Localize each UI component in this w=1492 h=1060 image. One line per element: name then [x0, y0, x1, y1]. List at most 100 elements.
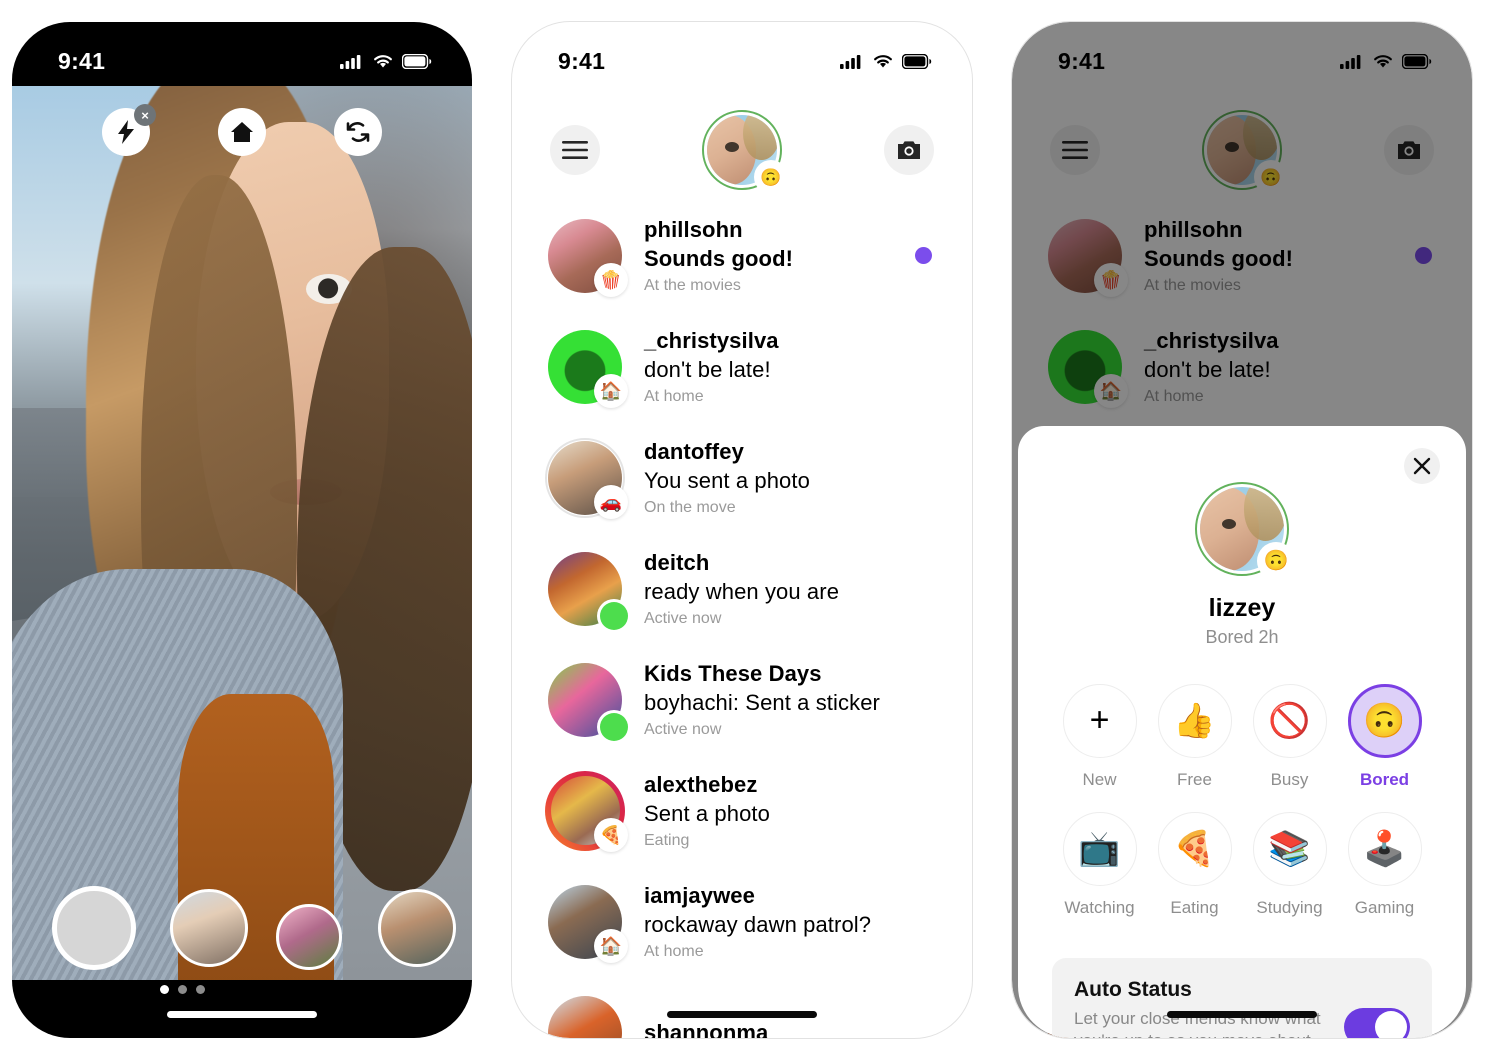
- thread-avatar[interactable]: 🍕: [545, 770, 628, 852]
- status-option-studying[interactable]: 📚 Studying: [1242, 812, 1337, 918]
- thread-avatar[interactable]: 🏠: [548, 329, 628, 408]
- thread-preview: boyhachi: Sent a sticker: [644, 689, 880, 715]
- thread-list[interactable]: 🍿 phillsohn Sounds good! At the movies 🏠 _chr…: [512, 200, 972, 1038]
- thread-avatar[interactable]: 🏠: [548, 884, 628, 963]
- thread-row[interactable]: 🍕 alexthebez Sent a photo Eating: [512, 755, 972, 866]
- status-bar: 9:41: [512, 22, 972, 86]
- thread-avatar[interactable]: [548, 551, 628, 630]
- battery-icon: [902, 53, 932, 69]
- thread-username: shannonma: [644, 1019, 769, 1039]
- thread-row[interactable]: 🏠 iamjaywee rockaway dawn patrol? At home: [512, 866, 972, 977]
- status-option-gaming[interactable]: 🕹️ Gaming: [1337, 812, 1432, 918]
- thread-status: At the movies: [644, 276, 741, 294]
- thread-text: iamjaywee rockaway dawn patrol? At home: [644, 883, 936, 961]
- status-option-new[interactable]: + New: [1052, 684, 1147, 790]
- recipient-avatar-3[interactable]: [378, 889, 456, 967]
- thread-avatar[interactable]: 🚗: [545, 437, 628, 519]
- flash-off-button[interactable]: ×: [102, 104, 156, 156]
- status-option-label: Eating: [1170, 898, 1219, 917]
- thread-status: On the move: [644, 498, 736, 516]
- thread-text: phillsohn Sounds good! At the movies: [644, 217, 893, 295]
- status-emoji-badge: 🙃: [756, 162, 786, 192]
- wifi-icon: [872, 53, 894, 69]
- status-emoji-badge: 🍿: [594, 262, 628, 297]
- thread-avatar[interactable]: 🍿: [548, 218, 628, 297]
- status-emoji-badge: 🍕: [594, 817, 628, 852]
- thread-status: Active now: [644, 720, 722, 738]
- thread-row[interactable]: 🚗 dantoffey You sent a photo On the move: [512, 422, 972, 533]
- hamburger-menu-button[interactable]: [550, 125, 600, 175]
- page-dot-2: [177, 985, 187, 994]
- status-option-free[interactable]: 👍 Free: [1147, 684, 1242, 790]
- status-option-label: Bored: [1359, 770, 1410, 789]
- unread-indicator-dot: [915, 247, 932, 264]
- status-option-busy[interactable]: 🚫 Busy: [1242, 684, 1337, 790]
- thread-text: deitch ready when you are Active now: [644, 550, 936, 628]
- thread-preview: Sounds good!: [644, 245, 794, 271]
- wifi-icon: [1372, 53, 1394, 69]
- close-button[interactable]: [1404, 448, 1440, 484]
- profile-avatar: 🙃: [1195, 482, 1293, 578]
- page-dot-3: [195, 985, 205, 994]
- thread-username: alexthebez: [644, 771, 758, 797]
- flip-camera-button[interactable]: [334, 108, 382, 156]
- profile-username: lizzey: [1208, 594, 1276, 622]
- status-option-bored[interactable]: 🙃 Bored: [1337, 684, 1432, 790]
- thread-preview: rockaway dawn patrol?: [644, 911, 872, 937]
- thread-preview: ready when you are: [644, 578, 840, 604]
- status-bar-time: 9:41: [558, 47, 606, 74]
- thread-text: _christysilva don't be late! At home: [644, 328, 936, 406]
- thread-username: phillsohn: [644, 216, 743, 242]
- thread-row[interactable]: shannonma: [512, 977, 972, 1038]
- signal-bars-icon: [1340, 53, 1364, 69]
- thread-preview: don't be late!: [644, 356, 771, 382]
- status-picker-sheet: 🙃 lizzey Bored 2h + New 👍 Free 🚫 Busy 🙃 Bored 📺 W…: [1018, 426, 1466, 1038]
- thread-avatar[interactable]: [548, 662, 628, 741]
- home-indicator: [167, 1011, 317, 1018]
- page-dot-1: [159, 985, 169, 994]
- status-option-label: Busy: [1270, 770, 1309, 789]
- no-entry-icon: 🚫: [1252, 684, 1327, 758]
- thread-text: Kids These Days boyhachi: Sent a sticker A…: [644, 661, 936, 739]
- auto-status-toggle[interactable]: [1344, 1007, 1410, 1038]
- battery-icon: [1402, 53, 1432, 69]
- thread-username: _christysilva: [644, 327, 779, 353]
- auto-status-panel: Auto Status Let your close friends know …: [1052, 958, 1432, 1038]
- status-emoji-badge: 🚗: [594, 484, 628, 519]
- plus-icon: +: [1062, 684, 1137, 758]
- status-option-watching[interactable]: 📺 Watching: [1052, 812, 1147, 918]
- thumbs-up-icon: 👍: [1157, 684, 1232, 758]
- status-option-label: Watching: [1064, 898, 1135, 917]
- thread-avatar[interactable]: [548, 995, 622, 1038]
- sheet-profile: 🙃 lizzey Bored 2h: [1052, 426, 1432, 648]
- thread-row[interactable]: 🏠 _christysilva don't be late! At home: [512, 311, 972, 422]
- camera-recipient-tray: [12, 886, 472, 970]
- status-bar-time: 9:41: [1058, 47, 1106, 74]
- television-icon: 📺: [1062, 812, 1137, 886]
- toggle-knob: [1375, 1010, 1407, 1038]
- thread-text: alexthebez Sent a photo Eating: [644, 772, 936, 850]
- flash-off-badge-icon: ×: [134, 104, 156, 126]
- home-indicator: [667, 1011, 817, 1018]
- inbox-header: 🙃: [512, 110, 972, 192]
- status-option-label: Free: [1177, 770, 1212, 789]
- status-option-label: Studying: [1256, 898, 1323, 917]
- home-button[interactable]: [218, 108, 266, 156]
- status-option-label: New: [1082, 770, 1117, 789]
- thread-row[interactable]: deitch ready when you are Active now: [512, 533, 972, 644]
- camera-button[interactable]: [884, 125, 934, 175]
- shutter-button[interactable]: [52, 886, 136, 970]
- books-icon: 📚: [1252, 812, 1327, 886]
- thread-row[interactable]: 🍿 phillsohn Sounds good! At the movies: [512, 200, 972, 311]
- status-option-eating[interactable]: 🍕 Eating: [1147, 812, 1242, 918]
- thread-row[interactable]: Kids These Days boyhachi: Sent a sticker A…: [512, 644, 972, 755]
- thread-username: Kids These Days: [644, 660, 822, 686]
- three-phone-mockup: 9:41 × 9:41 🙃 🍿 phillsohn Sounds good! A…: [0, 0, 1492, 1060]
- recipient-avatar-1[interactable]: [170, 889, 248, 967]
- camera-viewfinder[interactable]: [12, 86, 472, 980]
- phone-status-sheet-screen: 9:41 🙃 🍿 phillsohn Sounds good! At the m…: [1012, 22, 1472, 1038]
- self-avatar-status-button[interactable]: 🙃: [702, 110, 786, 192]
- camera-page-dots: [12, 985, 472, 994]
- pizza-icon: 🍕: [1157, 812, 1232, 886]
- recipient-avatar-2[interactable]: [276, 904, 342, 970]
